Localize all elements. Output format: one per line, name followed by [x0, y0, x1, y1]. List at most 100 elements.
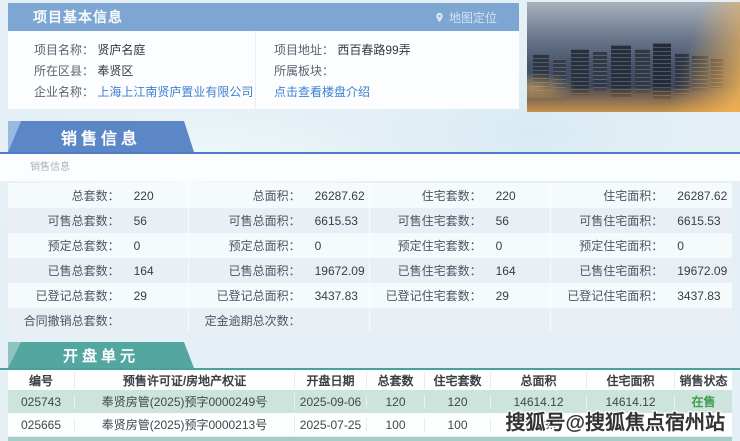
- cell-total-units: 100: [367, 417, 425, 432]
- district-value: 奉贤区: [97, 64, 134, 78]
- cell-open-date: 2025-09-06: [295, 394, 367, 409]
- grid-value: 3437.83: [677, 288, 721, 303]
- address-label: 项目地址：: [274, 43, 335, 57]
- plate-row: 所属板块：: [274, 61, 519, 82]
- grid-value: 26287.62: [314, 188, 365, 203]
- grid-value: 3437.83: [314, 288, 358, 303]
- col-header-residential-units: 住宅套数: [425, 371, 491, 389]
- grid-label: 住宅套数：: [421, 189, 482, 203]
- grid-value: 164: [133, 263, 154, 278]
- grid-value: 19672.09: [677, 263, 728, 278]
- grid-value: 0: [314, 238, 322, 253]
- grid-label: 已售总套数：: [47, 264, 120, 278]
- grid-value: 19672.09: [314, 263, 365, 278]
- building-intro-link[interactable]: 点击查看楼盘介绍: [274, 85, 370, 99]
- project-name-label: 项目名称：: [34, 43, 95, 57]
- grid-value: 29: [495, 288, 509, 303]
- grid-label: 总套数：: [71, 189, 120, 203]
- page-title: 项目基本信息: [33, 9, 123, 25]
- grid-value: 0: [495, 238, 503, 253]
- grid-label: 可售住宅面积：: [579, 214, 664, 228]
- col-header-total-area: 总面积: [491, 371, 587, 389]
- project-info-card: 项目名称： 贤庐名庭 所在区县： 奉贤区 企业名称： 上海上江南贤庐置业有限公司…: [8, 31, 519, 109]
- grid-value: 220: [133, 188, 154, 203]
- col-header-residential-area: 住宅面积: [587, 371, 675, 389]
- sales-section-caption: 销售信息: [0, 154, 740, 181]
- project-name-value: 贤庐名庭: [97, 43, 146, 57]
- grid-label: 可售总面积：: [228, 214, 301, 228]
- district-label: 所在区县：: [34, 64, 95, 78]
- cell-id: 025665: [8, 417, 75, 432]
- grid-value: 164: [495, 263, 516, 278]
- grid-label: 已登记住宅套数：: [385, 289, 482, 303]
- project-info-right-column: 项目地址： 西百春路99弄 所属板块： 点击查看楼盘介绍: [255, 31, 519, 109]
- sales-row-cancelled: 合同撤销总套数： 定金逾期总次数：: [8, 308, 732, 333]
- grid-value: 26287.62: [677, 188, 728, 203]
- grid-label: 已售住宅套数：: [397, 264, 482, 278]
- grid-label: 可售总套数：: [47, 214, 120, 228]
- project-info-left-column: 项目名称： 贤庐名庭 所在区县： 奉贤区 企业名称： 上海上江南贤庐置业有限公司: [8, 31, 255, 109]
- map-locate-label: 地图定位: [448, 10, 497, 25]
- cell-open-date: 2025-07-25: [295, 417, 367, 432]
- grid-value: 0: [677, 238, 684, 253]
- sales-tab-label: 销售信息: [60, 130, 141, 148]
- cell-id: 025743: [8, 394, 75, 409]
- cell-license: 奉贤房管(2025)预字0000249号: [75, 393, 295, 410]
- sales-row-reserved: 预定总套数： 0 预定总面积： 0 预定住宅套数： 0 预定住宅面积： 0: [8, 233, 732, 258]
- grid-label: 可售住宅套数：: [397, 214, 482, 228]
- cell-residential-units: 100: [425, 417, 491, 432]
- map-pin-icon: [436, 12, 443, 22]
- grid-value: 29: [133, 288, 147, 303]
- sales-row-registered: 已登记总套数： 29 已登记总面积： 3437.83 已登记住宅套数： 29 已登记住…: [8, 283, 732, 308]
- table-header-row: 编号 预售许可证/房地产权证 开盘日期 总套数 住宅套数 总面积 住宅面积 销售…: [8, 370, 732, 390]
- sales-info-tab: 销售信息: [8, 121, 194, 152]
- company-link[interactable]: 上海上江南贤庐置业有限公司: [97, 85, 253, 99]
- col-header-id: 编号: [8, 371, 75, 389]
- grid-label: 预定住宅面积：: [579, 239, 664, 253]
- grid-value: 220: [495, 188, 516, 203]
- address-value: 西百春路99弄: [337, 43, 411, 57]
- grid-label: 已登记总套数：: [35, 289, 120, 303]
- grid-value: 0: [133, 238, 141, 253]
- grid-label: 已售住宅面积：: [579, 264, 664, 278]
- company-row: 企业名称： 上海上江南贤庐置业有限公司: [34, 82, 255, 103]
- address-row: 项目地址： 西百春路99弄: [274, 40, 519, 61]
- district-row: 所在区县： 奉贤区: [34, 61, 255, 82]
- grid-label: 已登记住宅面积：: [567, 289, 664, 303]
- grid-value: 6615.53: [314, 213, 358, 228]
- col-header-open-date: 开盘日期: [295, 371, 367, 389]
- grid-value: 56: [495, 213, 509, 228]
- grid-label: 定金逾期总次数：: [204, 314, 301, 328]
- grid-label: 已售总面积：: [228, 264, 301, 278]
- plate-label: 所属板块：: [274, 64, 335, 78]
- company-label: 企业名称：: [34, 85, 95, 99]
- sales-row-sold: 已售总套数： 164 已售总面积： 19672.09 已售住宅套数： 164 已售住宅…: [8, 258, 732, 283]
- intro-row: 点击查看楼盘介绍: [274, 82, 519, 103]
- grid-value: 56: [133, 213, 147, 228]
- grid-label: 预定总面积：: [228, 239, 301, 253]
- sales-row-available: 可售总套数： 56 可售总面积： 6615.53 可售住宅套数： 56 可售住宅面积：…: [8, 208, 732, 233]
- project-info-header: 项目基本信息 地图定位: [8, 3, 519, 31]
- grid-label: 合同撤销总套数：: [23, 314, 120, 328]
- col-header-license: 预售许可证/房地产权证: [75, 371, 295, 389]
- sales-row-total: 总套数： 220 总面积： 26287.62 住宅套数： 220 住宅面积： 26287…: [8, 183, 732, 208]
- grid-label: 住宅面积：: [603, 189, 664, 203]
- col-header-sale-status: 销售状态: [679, 373, 728, 388]
- grid-value: 6615.53: [677, 213, 721, 228]
- sales-data-grid: 总套数： 220 总面积： 26287.62 住宅套数： 220 住宅面积： 26287…: [8, 183, 732, 333]
- opening-tab-label: 开盘单元: [62, 347, 139, 365]
- grid-label: 预定住宅套数：: [397, 239, 482, 253]
- grid-label: 总面积：: [252, 189, 301, 203]
- cell-residential-units: 120: [425, 394, 491, 409]
- opening-units-tab: 开盘单元: [8, 342, 194, 368]
- sohu-watermark: 搜狐号@搜狐焦点宿州站: [505, 412, 725, 434]
- map-locate-button[interactable]: 地图定位: [434, 9, 497, 26]
- cell-total-units: 120: [367, 394, 425, 409]
- next-row-edge-decoration: [8, 437, 732, 441]
- col-header-total-units: 总套数: [367, 371, 425, 389]
- project-photo: [527, 2, 740, 112]
- project-name-row: 项目名称： 贤庐名庭: [34, 40, 255, 61]
- cell-license: 奉贤房管(2025)预字0000213号: [75, 416, 295, 433]
- grid-label: 预定总套数：: [47, 239, 120, 253]
- grid-label: 已登记总面积：: [216, 289, 301, 303]
